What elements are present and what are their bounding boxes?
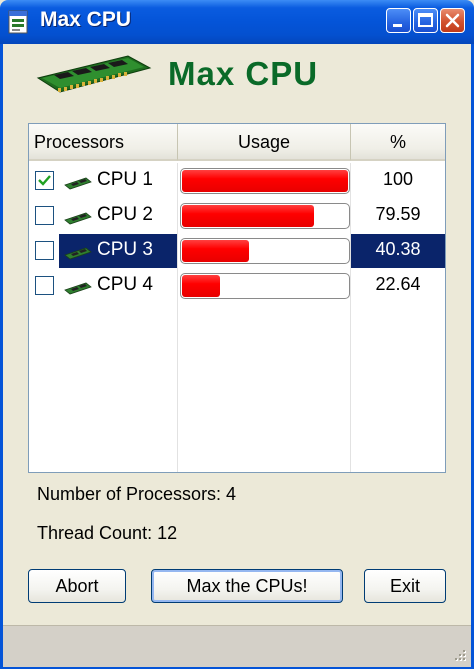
status-bar <box>3 625 471 667</box>
list-item[interactable]: CPU 3 40.38 <box>29 234 445 268</box>
usage-bar-fill <box>182 240 249 262</box>
usage-percent: 79.59 <box>375 204 421 224</box>
column-processors[interactable]: Processors <box>29 124 178 161</box>
cpu-chip-icon <box>64 245 92 264</box>
cpu-chip-icon <box>64 210 92 229</box>
list-header: Processors Usage % <box>29 124 445 163</box>
cpu-checkbox[interactable] <box>35 276 54 295</box>
list-item[interactable]: CPU 2 79.59 <box>29 199 445 233</box>
close-icon <box>445 13 460 28</box>
processor-count: Number of Processors: 4 <box>37 484 237 504</box>
usage-bar <box>180 168 350 194</box>
exit-button[interactable]: Exit <box>364 569 446 603</box>
maximize-icon <box>418 13 433 27</box>
usage-percent: 40.38 <box>375 239 421 259</box>
cpu-chip-icon <box>64 175 92 194</box>
usage-bar <box>180 238 350 264</box>
cpu-chip-icon <box>64 280 92 299</box>
column-usage[interactable]: Usage <box>178 124 351 161</box>
title-bar[interactable]: Max CPU <box>0 0 474 44</box>
resize-grip-icon[interactable] <box>453 649 467 663</box>
max-cpus-button[interactable]: Max the CPUs! <box>151 569 343 603</box>
minimize-icon <box>393 24 402 27</box>
cpu-name: CPU 1 <box>97 169 153 190</box>
window-title: Max CPU <box>40 8 132 31</box>
usage-percent: 22.64 <box>375 274 421 294</box>
list-item[interactable]: CPU 4 22.64 <box>29 269 445 303</box>
usage-percent: 100 <box>382 169 414 189</box>
cpu-name: CPU 2 <box>97 204 153 225</box>
cpu-checkbox[interactable] <box>35 206 54 225</box>
close-button[interactable] <box>440 8 465 33</box>
header-title: Max CPU <box>168 55 319 92</box>
processor-list[interactable]: Processors Usage % CPU 1 100 CPU 2 79.59 CPU… <box>28 123 446 473</box>
app-window-icon[interactable] <box>7 9 31 35</box>
cpu-checkbox[interactable] <box>35 241 54 260</box>
usage-bar-fill <box>182 205 314 227</box>
list-item[interactable]: CPU 1 100 <box>29 164 445 198</box>
minimize-button[interactable] <box>386 8 411 33</box>
usage-bar <box>180 203 350 229</box>
maximize-button[interactable] <box>413 8 438 33</box>
cpu-name: CPU 4 <box>97 274 153 295</box>
abort-button[interactable]: Abort <box>28 569 126 603</box>
window-frame-left <box>0 44 3 669</box>
usage-bar-fill <box>182 170 348 192</box>
cpu-name: CPU 3 <box>97 239 153 260</box>
thread-count: Thread Count: 12 <box>37 523 178 543</box>
cpu-checkbox[interactable] <box>35 171 54 190</box>
usage-bar <box>180 273 350 299</box>
ram-module-icon <box>36 55 152 93</box>
column-percent[interactable]: % <box>351 124 445 161</box>
usage-bar-fill <box>182 275 220 297</box>
